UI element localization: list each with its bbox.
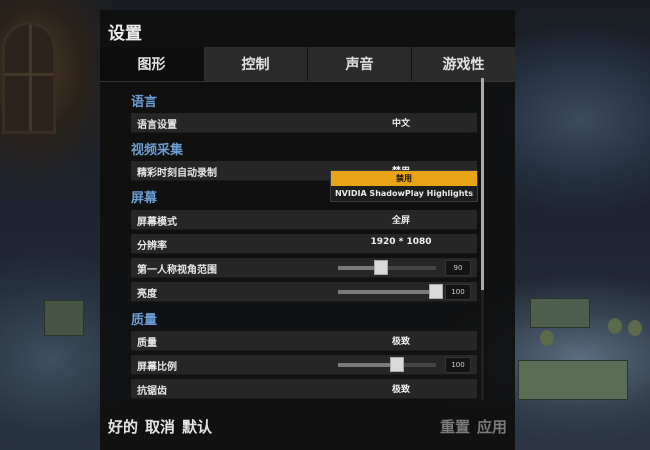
brightness-value[interactable]: 100 — [445, 284, 471, 300]
screen-scale-value[interactable]: 100 — [445, 357, 471, 373]
setting-value[interactable]: 全屏 — [331, 213, 471, 226]
setting-label: 亮度 — [137, 289, 157, 300]
settings-list: 语言 语言设置 中文 视频采集 精彩时刻自动录制 禁用 屏幕 屏幕模式 全屏 分… — [128, 82, 480, 400]
section-title-quality: 质量 — [131, 313, 158, 328]
setting-value[interactable]: 1920 * 1080 — [331, 237, 471, 247]
setting-value[interactable]: 极致 — [331, 382, 471, 395]
fov-slider[interactable] — [338, 260, 436, 275]
setting-row-screen-scale: 屏幕比例 100 — [131, 355, 477, 375]
cancel-button[interactable]: 取消 — [145, 416, 175, 437]
setting-value[interactable]: 中文 — [331, 116, 471, 129]
setting-row-anti-aliasing[interactable]: 抗锯齿 极致 — [131, 379, 477, 399]
arched-window — [2, 22, 56, 134]
tab-controls[interactable]: 控制 — [203, 47, 307, 81]
tab-audio[interactable]: 声音 — [307, 47, 411, 81]
grenade-icon — [608, 318, 622, 334]
fov-value[interactable]: 90 — [445, 260, 471, 276]
grenade-icon — [628, 320, 642, 336]
setting-row-brightness: 亮度 100 — [131, 282, 477, 302]
reset-button[interactable]: 重置 — [440, 416, 470, 437]
tab-bar: 图形 控制 声音 游戏性 — [100, 47, 515, 82]
tab-graphics[interactable]: 图形 — [100, 47, 203, 81]
ammo-crate — [518, 360, 628, 400]
setting-label: 分辨率 — [137, 241, 167, 252]
apply-button[interactable]: 应用 — [477, 416, 507, 437]
tab-gameplay[interactable]: 游戏性 — [411, 47, 515, 81]
setting-label: 质量 — [137, 338, 157, 349]
default-button[interactable]: 默认 — [182, 416, 212, 437]
panel-title: 设置 — [108, 24, 142, 44]
grenade-icon — [540, 330, 554, 346]
setting-label: 精彩时刻自动录制 — [137, 168, 217, 179]
brightness-slider[interactable] — [338, 284, 443, 299]
slider-handle[interactable] — [429, 284, 443, 299]
slider-fill — [338, 363, 397, 367]
section-title-capture: 视频采集 — [131, 143, 184, 158]
setting-label: 屏幕比例 — [137, 362, 177, 373]
setting-label: 屏幕模式 — [137, 217, 177, 228]
setting-label: 语言设置 — [137, 120, 177, 131]
slider-handle[interactable] — [389, 357, 404, 372]
section-title-screen: 屏幕 — [131, 191, 158, 206]
setting-row-fov: 第一人称视角范围 90 — [131, 258, 477, 278]
ammo-crate — [44, 300, 84, 336]
setting-row-screen-mode[interactable]: 屏幕模式 全屏 — [131, 210, 477, 230]
slider-handle[interactable] — [374, 260, 389, 275]
auto-record-dropdown: 禁用 NVIDIA ShadowPlay Highlights — [330, 170, 478, 202]
footer-bar: 好的 取消 默认 重置 应用 — [100, 405, 515, 450]
setting-row-language[interactable]: 语言设置 中文 — [131, 113, 477, 133]
settings-panel: 设置 图形 控制 声音 游戏性 语言 语言设置 中文 视频采集 精彩时刻自动录制… — [100, 10, 515, 450]
setting-row-quality[interactable]: 质量 极致 — [131, 331, 477, 351]
dropdown-option-disabled[interactable]: 禁用 — [331, 171, 477, 186]
ok-button[interactable]: 好的 — [108, 416, 138, 437]
setting-label: 第一人称视角范围 — [137, 265, 217, 276]
section-title-language: 语言 — [131, 95, 158, 110]
setting-row-resolution[interactable]: 分辨率 1920 * 1080 — [131, 234, 477, 254]
ammo-crate — [530, 298, 590, 328]
slider-fill — [338, 290, 436, 294]
scrollbar-thumb[interactable] — [481, 78, 484, 290]
setting-value[interactable]: 极致 — [331, 334, 471, 347]
setting-label: 抗锯齿 — [137, 386, 167, 397]
dropdown-option-shadowplay[interactable]: NVIDIA ShadowPlay Highlights — [331, 186, 477, 201]
screen-scale-slider[interactable] — [338, 357, 436, 372]
